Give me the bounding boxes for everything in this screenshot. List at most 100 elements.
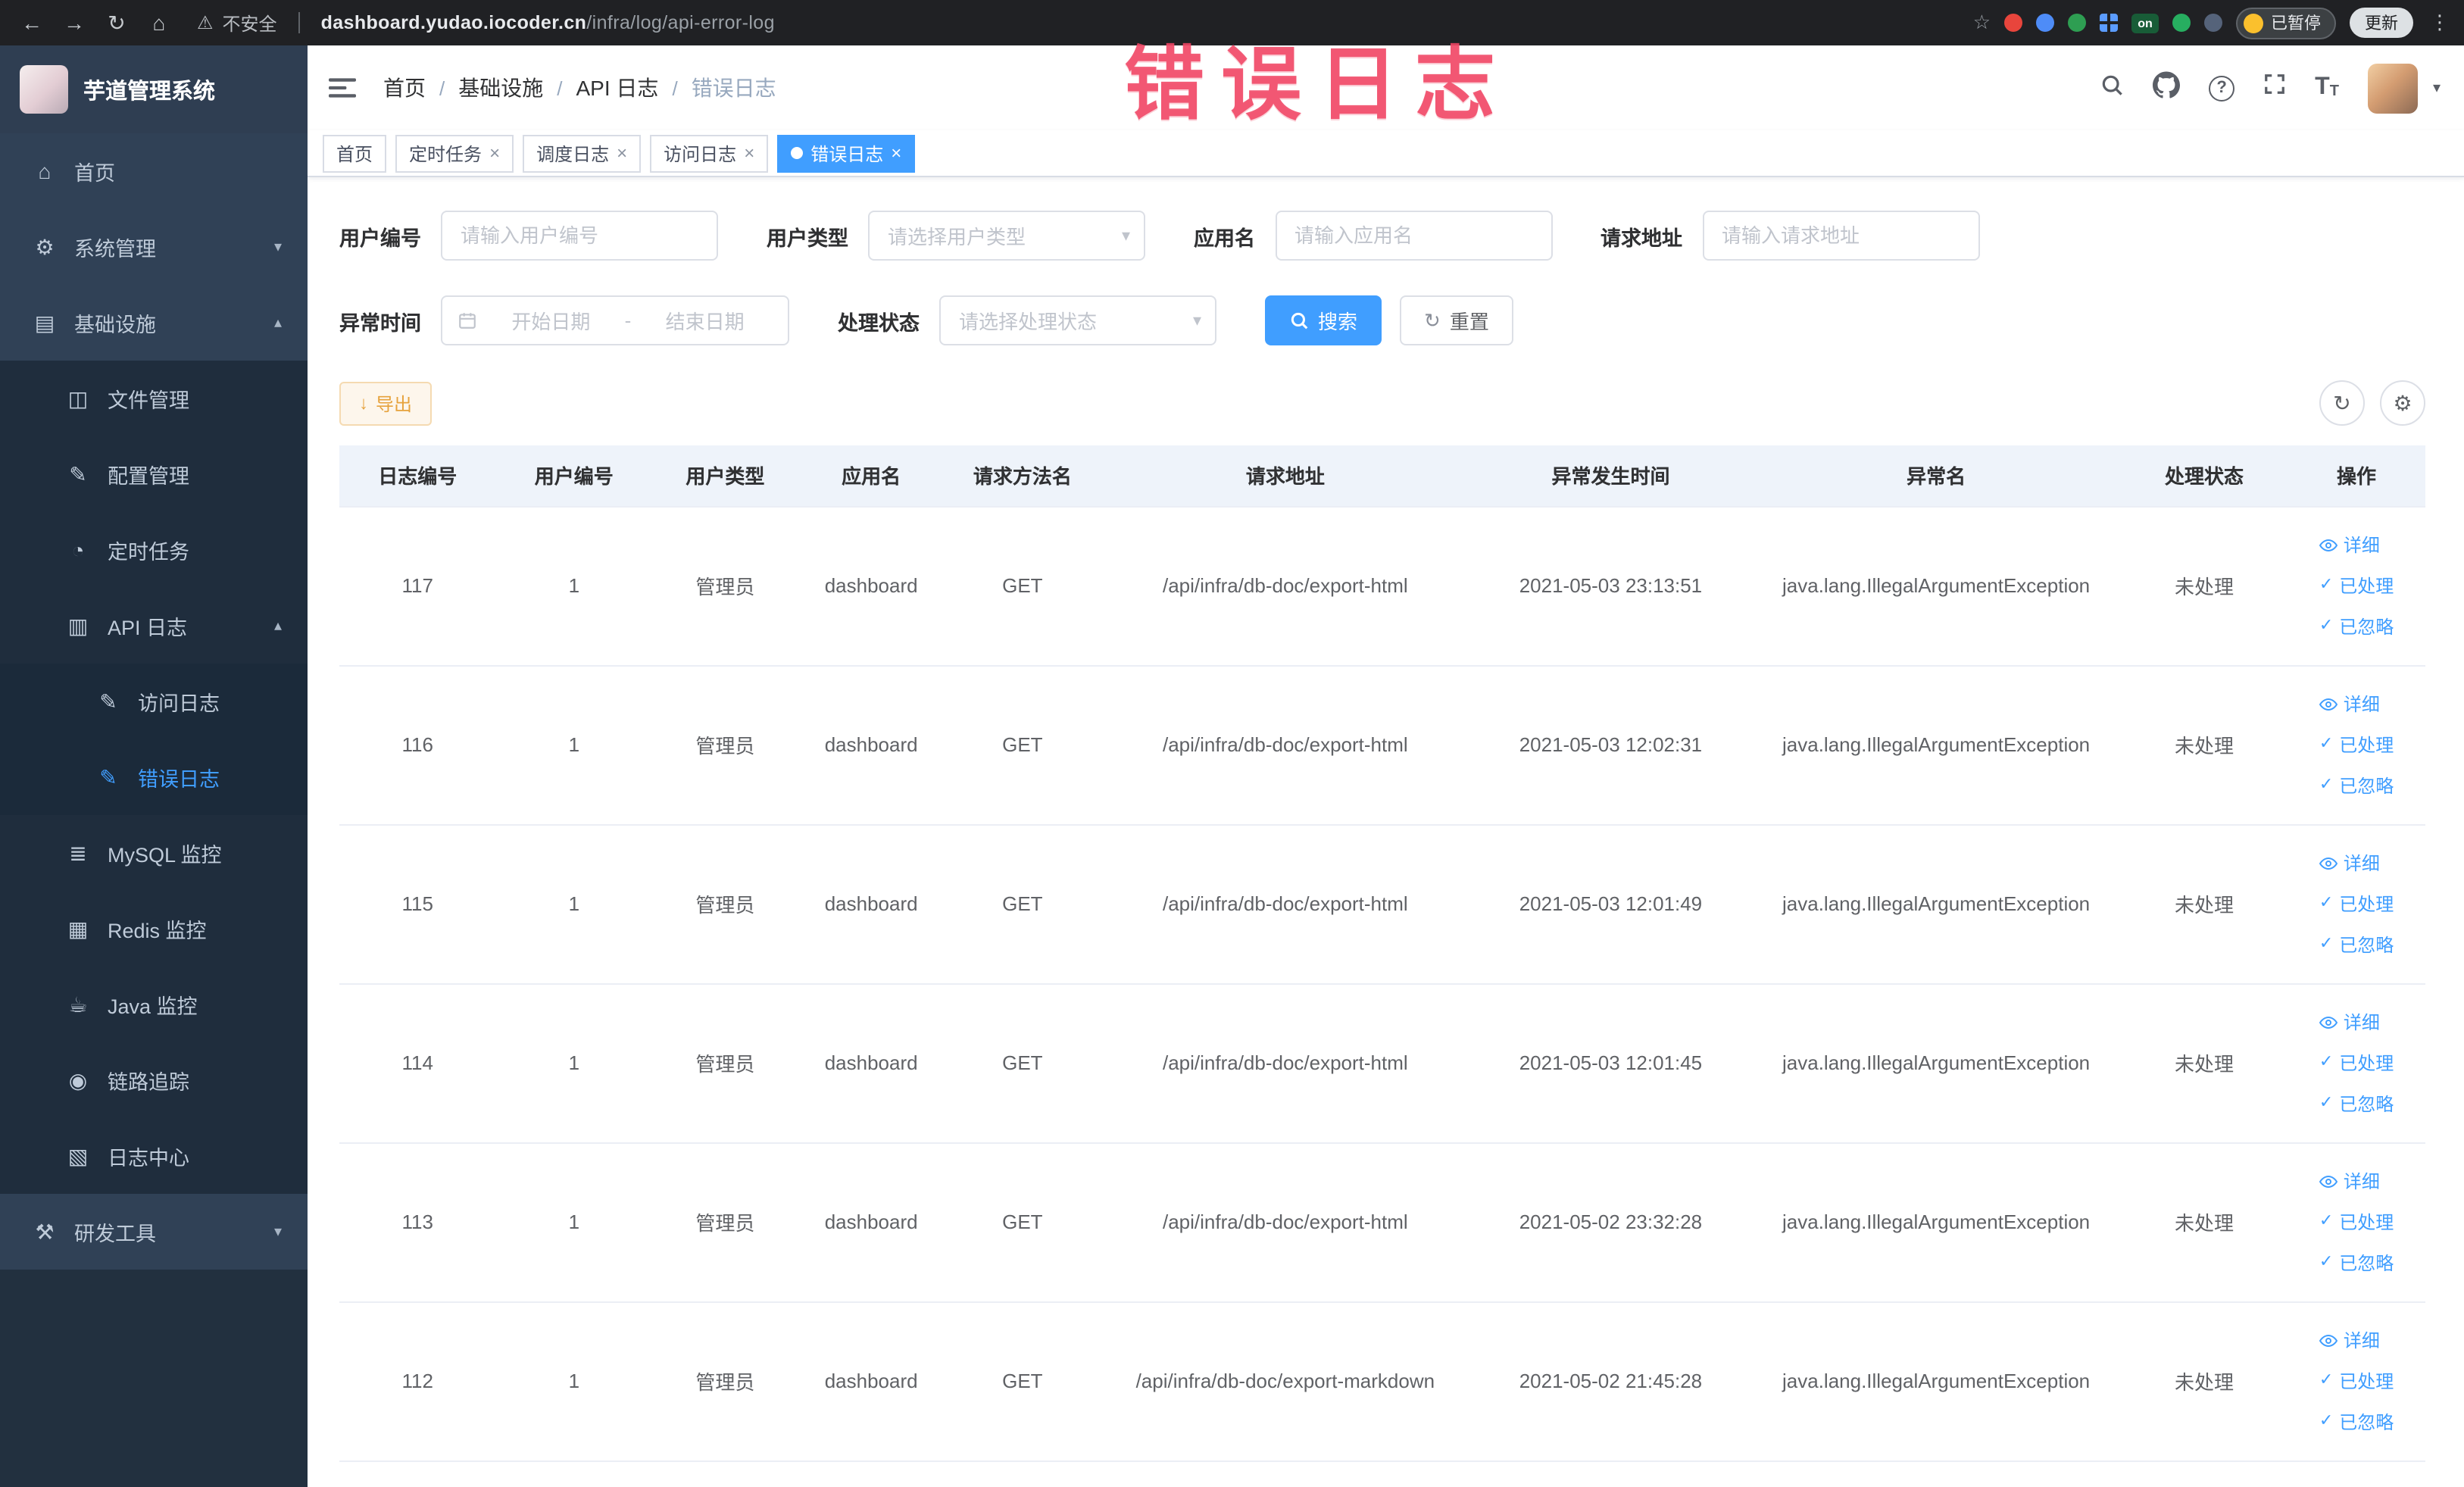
- filter-row-2: 异常时间 开始日期 - 结束日期 处理状态 请选择处理状态 ▾ 搜索 ↻ 重置: [339, 295, 2425, 345]
- sidebar-item-home[interactable]: ⌂ 首页: [0, 133, 308, 209]
- extension-icon-red[interactable]: [2004, 14, 2022, 32]
- refresh-table-button[interactable]: ↻: [2319, 380, 2365, 426]
- sidebar-item-system[interactable]: ⚙ 系统管理 ▾: [0, 209, 308, 285]
- user-type-select[interactable]: 请选择用户类型 ▾: [868, 211, 1145, 261]
- tab-dispatch-log[interactable]: 调度日志 ×: [523, 134, 642, 172]
- export-button[interactable]: ↓ 导出: [339, 381, 433, 425]
- hamburger-icon[interactable]: [329, 76, 356, 100]
- extension-icon-green[interactable]: [2068, 14, 2086, 32]
- extension-icon-grid[interactable]: [2100, 14, 2118, 32]
- date-range-picker[interactable]: 开始日期 - 结束日期: [441, 295, 789, 345]
- tab-access-log[interactable]: 访问日志 ×: [650, 134, 769, 172]
- processed-link[interactable]: ✓ 已处理: [2319, 1042, 2394, 1083]
- app-title: 芋道管理系统: [83, 80, 215, 104]
- browser-menu-icon[interactable]: ⋮: [2430, 11, 2450, 35]
- sidebar-item-error-log[interactable]: ✎ 错误日志: [0, 739, 308, 815]
- bookmark-star-icon[interactable]: ☆: [1973, 11, 1991, 35]
- processed-link[interactable]: ✓ 已处理: [2319, 724, 2394, 765]
- sidebar-item-access-log[interactable]: ✎ 访问日志: [0, 664, 308, 739]
- user-avatar[interactable]: [2367, 63, 2418, 113]
- sidebar-item-api-log[interactable]: ▥ API 日志 ▴: [0, 588, 308, 664]
- address-bar[interactable]: dashboard.yudao.iocoder.cn/infra/log/api…: [321, 12, 775, 33]
- ignored-link[interactable]: ✓ 已忽略: [2319, 924, 2394, 965]
- sidebar-item-file-management[interactable]: ◫ 文件管理: [0, 361, 308, 436]
- font-size-icon[interactable]: TT: [2315, 75, 2339, 100]
- check-icon: ✓: [2319, 1412, 2334, 1430]
- sidebar-item-dev-tools[interactable]: ⚒ 研发工具 ▾: [0, 1194, 308, 1270]
- sidebar-item-scheduled-tasks[interactable]: ◔ 定时任务: [0, 512, 308, 588]
- tab-scheduled-tasks[interactable]: 定时任务 ×: [395, 134, 514, 172]
- calendar-icon: [458, 311, 477, 330]
- close-icon[interactable]: ×: [744, 144, 754, 162]
- extension-icon-paw[interactable]: [2204, 14, 2222, 32]
- extension-icon-leaf[interactable]: [2172, 14, 2191, 32]
- breadcrumb-home[interactable]: 首页: [383, 73, 426, 103]
- close-icon[interactable]: ×: [489, 144, 500, 162]
- column-settings-button[interactable]: ⚙: [2380, 380, 2425, 426]
- col-log-id: 日志编号: [339, 445, 496, 507]
- detail-link[interactable]: 详细: [2319, 842, 2394, 883]
- ignored-link[interactable]: ✓ 已忽略: [2319, 1083, 2394, 1124]
- ignored-link[interactable]: ✓ 已忽略: [2319, 765, 2394, 806]
- extension-icon-on[interactable]: on: [2131, 13, 2159, 33]
- api-log-icon: ▥: [67, 613, 89, 637]
- processed-link[interactable]: ✓ 已处理: [2319, 565, 2394, 606]
- app-logo[interactable]: 芋道管理系统: [0, 45, 308, 133]
- close-icon[interactable]: ×: [617, 144, 627, 162]
- app-name-label: 应用名: [1194, 226, 1255, 249]
- gear-icon: ⚙: [35, 234, 55, 258]
- sidebar-item-trace[interactable]: ◉ 链路追踪: [0, 1042, 308, 1118]
- processed-link[interactable]: ✓ 已处理: [2319, 1360, 2394, 1401]
- browser-update-button[interactable]: 更新: [2350, 8, 2413, 38]
- caret-down-icon[interactable]: ▾: [2433, 80, 2441, 96]
- breadcrumb-api-log[interactable]: API 日志: [576, 73, 659, 103]
- detail-link[interactable]: 详细: [2319, 524, 2394, 565]
- sidebar-item-redis-monitor[interactable]: ▦ Redis 监控: [0, 891, 308, 967]
- tab-error-log[interactable]: 错误日志 ×: [777, 134, 916, 172]
- profile-paused-badge[interactable]: 已暂停: [2236, 7, 2336, 39]
- table-row: 113 1 管理员 dashboard GET /api/infra/db-do…: [339, 1142, 2425, 1302]
- help-icon[interactable]: ?: [2209, 75, 2235, 101]
- chevron-down-icon: ▾: [1192, 312, 1201, 330]
- ignored-link[interactable]: ✓ 已忽略: [2319, 606, 2394, 647]
- ignored-link[interactable]: ✓ 已忽略: [2319, 1401, 2394, 1442]
- reset-button[interactable]: ↻ 重置: [1400, 295, 1513, 345]
- sidebar-item-log-center[interactable]: ▧ 日志中心: [0, 1118, 308, 1194]
- refresh-icon: ↻: [1424, 308, 1441, 331]
- col-exception-name: 异常名: [1751, 445, 2121, 507]
- processed-link[interactable]: ✓ 已处理: [2319, 883, 2394, 924]
- chevron-down-icon: ▾: [273, 239, 282, 255]
- table-row: 115 1 管理员 dashboard GET /api/infra/db-do…: [339, 824, 2425, 984]
- tab-home[interactable]: 首页: [323, 134, 387, 172]
- sidebar-item-java-monitor[interactable]: ☕ Java 监控: [0, 967, 308, 1042]
- browser-chrome: ← → ↻ ⌂ ⚠ 不安全 dashboard.yudao.iocoder.cn…: [0, 0, 2464, 45]
- github-icon[interactable]: [2153, 70, 2181, 105]
- breadcrumb-infrastructure[interactable]: 基础设施: [458, 73, 543, 103]
- detail-link[interactable]: 详细: [2319, 1161, 2394, 1201]
- back-button[interactable]: ←: [15, 6, 48, 39]
- extension-icon-blue[interactable]: [2036, 14, 2054, 32]
- reload-button[interactable]: ↻: [100, 6, 133, 39]
- browser-home-button[interactable]: ⌂: [142, 6, 176, 39]
- search-icon[interactable]: [2100, 72, 2124, 104]
- search-button[interactable]: 搜索: [1265, 295, 1382, 345]
- table-row: 112 1 管理员 dashboard GET /api/infra/db-do…: [339, 1301, 2425, 1461]
- ignored-link[interactable]: ✓ 已忽略: [2319, 1242, 2394, 1283]
- site-security[interactable]: ⚠ 不安全: [197, 10, 277, 36]
- sidebar-item-mysql-monitor[interactable]: ≣ MySQL 监控: [0, 815, 308, 891]
- app-name-input[interactable]: [1275, 211, 1552, 261]
- detail-link[interactable]: 详细: [2319, 683, 2394, 724]
- detail-link[interactable]: 详细: [2319, 1320, 2394, 1360]
- fullscreen-icon[interactable]: [2263, 73, 2286, 103]
- processed-link[interactable]: ✓ 已处理: [2319, 1201, 2394, 1242]
- request-url-input[interactable]: [1702, 211, 1979, 261]
- user-id-input[interactable]: [441, 211, 718, 261]
- sidebar-item-config-management[interactable]: ✎ 配置管理: [0, 436, 308, 512]
- close-icon[interactable]: ×: [891, 144, 901, 162]
- chevron-down-icon: ▾: [273, 1223, 282, 1240]
- forward-button[interactable]: →: [58, 6, 91, 39]
- sidebar-item-infrastructure[interactable]: ▤ 基础设施 ▴: [0, 285, 308, 361]
- url-divider: [298, 12, 300, 33]
- detail-link[interactable]: 详细: [2319, 1001, 2394, 1042]
- process-status-select[interactable]: 请选择处理状态 ▾: [939, 295, 1216, 345]
